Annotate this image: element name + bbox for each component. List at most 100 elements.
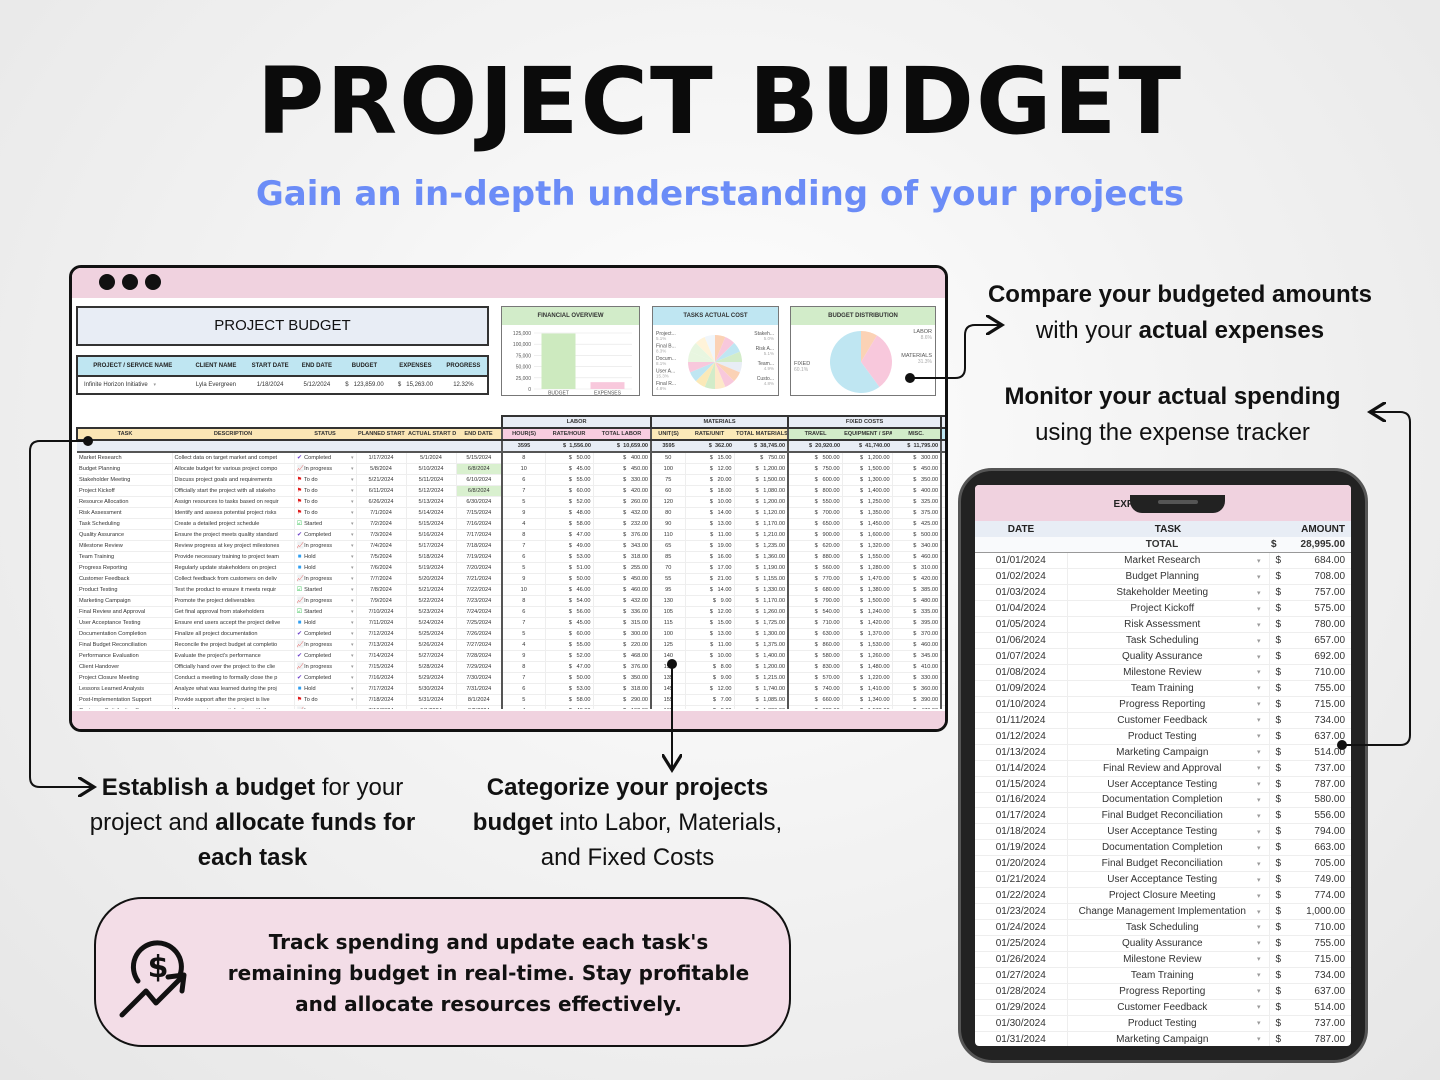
equipment[interactable]: $ 1,470.00 <box>842 573 893 585</box>
hours[interactable]: 5 <box>501 562 546 574</box>
rate-hour[interactable]: $ 48.00 <box>545 507 594 519</box>
end-date[interactable]: 7/20/2024 <box>456 562 503 574</box>
rate-unit[interactable]: $ 10.00 <box>685 496 735 508</box>
expense-task-select[interactable]: Task Scheduling <box>1067 632 1257 650</box>
travel[interactable]: $ 880.00 <box>787 705 843 709</box>
rate-hour[interactable]: $ 50.00 <box>545 573 594 585</box>
units[interactable]: 145 <box>650 683 686 695</box>
chevron-down-icon[interactable]: ▾ <box>1257 951 1270 968</box>
rate-hour[interactable]: $ 50.00 <box>545 452 594 464</box>
end-date[interactable]: 7/26/2024 <box>456 628 503 640</box>
planned-start[interactable]: 7/5/2024 <box>356 551 407 563</box>
task-name[interactable]: Customer Feedback <box>77 573 173 585</box>
units[interactable]: 105 <box>650 606 686 618</box>
expense-amount[interactable]: $734.00 <box>1269 967 1351 984</box>
expense-date[interactable]: 01/30/2024 <box>975 1015 1068 1032</box>
task-description[interactable]: Provide necessary training to project te… <box>172 551 295 563</box>
planned-start[interactable]: 5/21/2024 <box>356 474 407 486</box>
task-description[interactable]: Measure customer satisfaction with the p <box>172 705 295 709</box>
hours[interactable]: 7 <box>501 672 546 684</box>
actual-start[interactable]: 5/11/2024 <box>406 474 457 486</box>
expense-date[interactable]: 01/16/2024 <box>975 792 1068 809</box>
rate-unit[interactable]: $ 13.00 <box>685 518 735 530</box>
actual-start[interactable]: 5/17/2024 <box>406 540 457 552</box>
equipment[interactable]: $ 1,300.00 <box>842 474 893 486</box>
hours[interactable]: 9 <box>501 573 546 585</box>
task-description[interactable]: Get final approval from stakeholders <box>172 606 295 618</box>
rate-hour[interactable]: $ 55.00 <box>545 474 594 486</box>
end-date[interactable]: 7/16/2024 <box>456 518 503 530</box>
rate-unit[interactable]: $ 15.00 <box>685 617 735 629</box>
units[interactable]: 70 <box>650 562 686 574</box>
rate-hour[interactable]: $ 47.00 <box>545 529 594 541</box>
actual-start[interactable]: 5/26/2024 <box>406 639 457 651</box>
task-description[interactable]: Officially hand over the project to the … <box>172 661 295 673</box>
task-description[interactable]: Create a detailed project schedule <box>172 518 295 530</box>
equipment[interactable]: $ 1,340.00 <box>842 694 893 706</box>
travel[interactable]: $ 500.00 <box>787 452 843 464</box>
equipment[interactable]: $ 1,550.00 <box>842 551 893 563</box>
expense-amount[interactable]: $780.00 <box>1269 616 1351 634</box>
planned-start[interactable]: 7/17/2024 <box>356 683 407 695</box>
expense-amount[interactable]: $708.00 <box>1269 568 1351 586</box>
units[interactable]: 65 <box>650 540 686 552</box>
chevron-down-icon[interactable]: ▾ <box>1257 664 1270 681</box>
window-control-dot[interactable] <box>145 274 161 290</box>
expense-date[interactable]: 01/21/2024 <box>975 871 1068 889</box>
expense-date[interactable]: 01/09/2024 <box>975 680 1068 697</box>
equipment[interactable]: $ 1,200.00 <box>842 452 893 464</box>
status-select[interactable]: ⚑ To do ▾ <box>294 507 357 519</box>
chevron-down-icon[interactable]: ▾ <box>1257 552 1270 570</box>
rate-unit[interactable]: $ 9.00 <box>685 672 735 684</box>
task-description[interactable]: Allocate budget for various project comp… <box>172 463 295 475</box>
expense-task-select[interactable]: Final Budget Reconciliation <box>1067 807 1257 825</box>
end-date[interactable]: 6/10/2024 <box>456 474 503 486</box>
status-select[interactable]: ☑ Started ▾ <box>294 518 357 530</box>
actual-start[interactable]: 5/22/2024 <box>406 595 457 607</box>
task-name[interactable]: Team Training <box>77 551 173 563</box>
equipment[interactable]: $ 1,350.00 <box>842 507 893 519</box>
expense-date[interactable]: 01/24/2024 <box>975 919 1068 936</box>
expense-date[interactable]: 01/11/2024 <box>975 712 1068 729</box>
task-description[interactable]: Conduct a meeting to formally close the … <box>172 672 295 684</box>
expense-date[interactable]: 01/23/2024 <box>975 903 1068 920</box>
task-name[interactable]: Risk Assessment <box>77 507 173 519</box>
travel[interactable]: $ 680.00 <box>787 584 843 596</box>
task-name[interactable]: Project Closure Meeting <box>77 672 173 684</box>
misc[interactable]: $ 470.00 <box>892 705 942 709</box>
expense-amount[interactable]: $715.00 <box>1269 696 1351 713</box>
actual-start[interactable]: 5/20/2024 <box>406 573 457 585</box>
travel[interactable]: $ 540.00 <box>787 606 843 618</box>
expense-date[interactable]: 01/28/2024 <box>975 983 1068 1000</box>
task-description[interactable]: Promote the project deliverables <box>172 595 295 607</box>
equipment[interactable]: $ 1,280.00 <box>842 562 893 574</box>
task-name[interactable]: Final Budget Reconciliation <box>77 639 173 651</box>
expense-amount[interactable]: $637.00 <box>1269 728 1351 745</box>
status-select[interactable]: ✔ Completed ▾ <box>294 452 357 464</box>
expense-task-select[interactable]: Market Research <box>1067 552 1257 570</box>
misc[interactable]: $ 345.00 <box>892 650 942 662</box>
misc[interactable]: $ 375.00 <box>892 507 942 519</box>
expense-date[interactable]: 01/20/2024 <box>975 855 1068 873</box>
rate-unit[interactable]: $ 18.00 <box>685 485 735 497</box>
rate-hour[interactable]: $ 53.00 <box>545 551 594 563</box>
expense-task-select[interactable]: Product Testing <box>1067 1015 1257 1032</box>
status-select[interactable]: ✔ Completed ▾ <box>294 650 357 662</box>
expense-task-select[interactable]: Team Training <box>1067 967 1257 984</box>
planned-start[interactable]: 6/26/2024 <box>356 496 407 508</box>
expense-amount[interactable]: $755.00 <box>1269 935 1351 952</box>
expense-task-select[interactable]: Milestone Review <box>1067 664 1257 681</box>
task-name[interactable]: Marketing Campaign <box>77 595 173 607</box>
task-name[interactable]: Task Scheduling <box>77 518 173 530</box>
task-description[interactable]: Identify and assess potential project ri… <box>172 507 295 519</box>
expense-amount[interactable]: $794.00 <box>1269 823 1351 841</box>
travel[interactable]: $ 580.00 <box>787 650 843 662</box>
expense-date[interactable]: 01/02/2024 <box>975 568 1068 586</box>
expense-amount[interactable]: $580.00 <box>1269 792 1351 809</box>
units[interactable]: 150 <box>650 661 686 673</box>
travel[interactable]: $ 630.00 <box>787 628 843 640</box>
hours[interactable]: 4 <box>501 639 546 651</box>
misc[interactable]: $ 360.00 <box>892 683 942 695</box>
status-select[interactable]: ☑ Started ▾ <box>294 584 357 596</box>
expense-task-select[interactable]: User Acceptance Testing <box>1067 871 1257 889</box>
